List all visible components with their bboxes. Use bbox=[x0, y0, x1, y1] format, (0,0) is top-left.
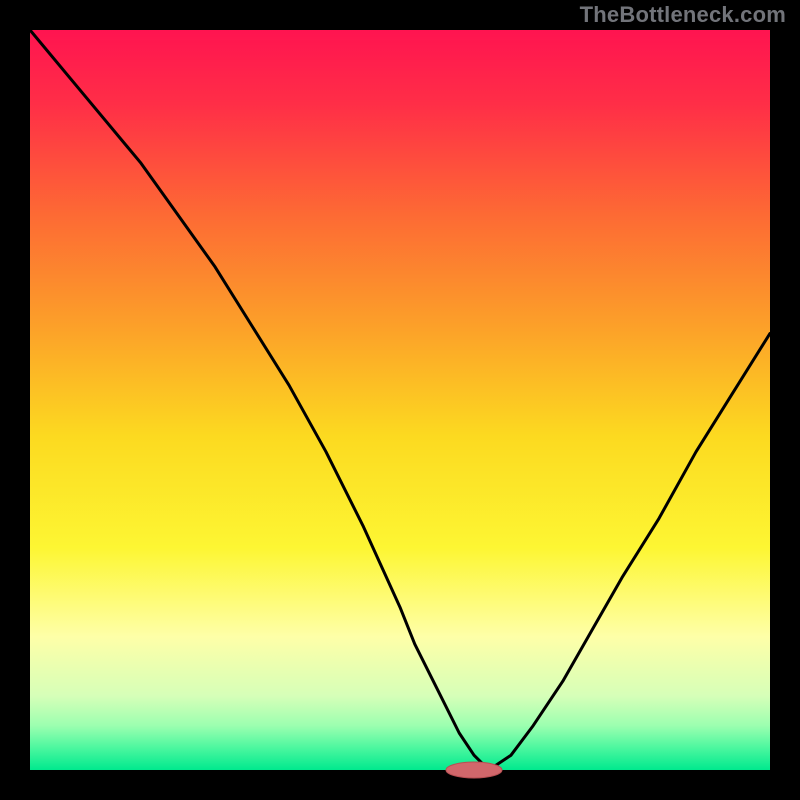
optimum-marker bbox=[446, 762, 502, 778]
chart-frame: { "watermark": "TheBottleneck.com", "col… bbox=[0, 0, 800, 800]
plot-background bbox=[30, 30, 770, 770]
bottleneck-chart bbox=[0, 0, 800, 800]
watermark-text: TheBottleneck.com bbox=[580, 2, 786, 28]
